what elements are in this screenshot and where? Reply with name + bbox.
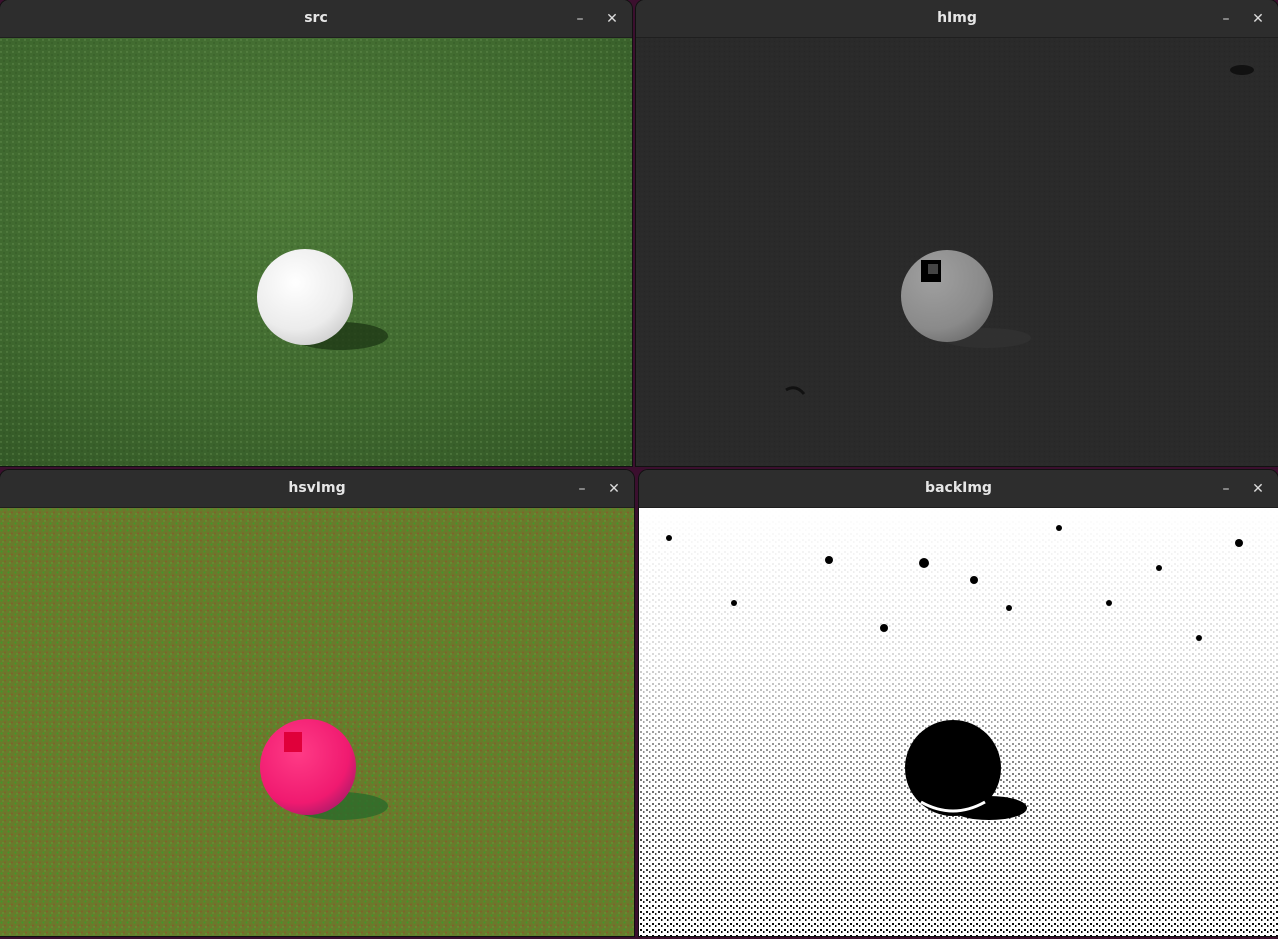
ball-hue <box>901 250 993 342</box>
close-icon[interactable]: ✕ <box>602 9 622 29</box>
window-titlebar[interactable]: hsvImg – ✕ <box>0 470 634 508</box>
ball-mask <box>905 720 1001 816</box>
close-icon[interactable]: ✕ <box>1248 9 1268 29</box>
image-hsvimg <box>0 508 634 936</box>
ball-hsv <box>260 719 356 815</box>
minimize-icon[interactable]: – <box>572 479 592 499</box>
golf-ball <box>257 249 353 345</box>
close-icon[interactable]: ✕ <box>1248 479 1268 499</box>
window-title: hsvImg <box>288 480 346 496</box>
image-backimg <box>639 508 1278 936</box>
minimize-icon[interactable]: – <box>570 9 590 29</box>
window-himg: hImg – ✕ <box>636 0 1278 466</box>
window-title: backImg <box>925 480 992 496</box>
window-title: hImg <box>937 10 977 26</box>
window-src: src – ✕ <box>0 0 632 466</box>
window-titlebar[interactable]: backImg – ✕ <box>639 470 1278 508</box>
window-title: src <box>304 10 328 26</box>
window-titlebar[interactable]: src – ✕ <box>0 0 632 38</box>
minimize-icon[interactable]: – <box>1216 479 1236 499</box>
close-icon[interactable]: ✕ <box>604 479 624 499</box>
image-himg <box>636 38 1278 466</box>
window-titlebar[interactable]: hImg – ✕ <box>636 0 1278 38</box>
minimize-icon[interactable]: – <box>1216 9 1236 29</box>
image-src <box>0 38 632 466</box>
window-backimg: backImg – ✕ <box>639 470 1278 936</box>
window-hsvimg: hsvImg – ✕ <box>0 470 634 936</box>
